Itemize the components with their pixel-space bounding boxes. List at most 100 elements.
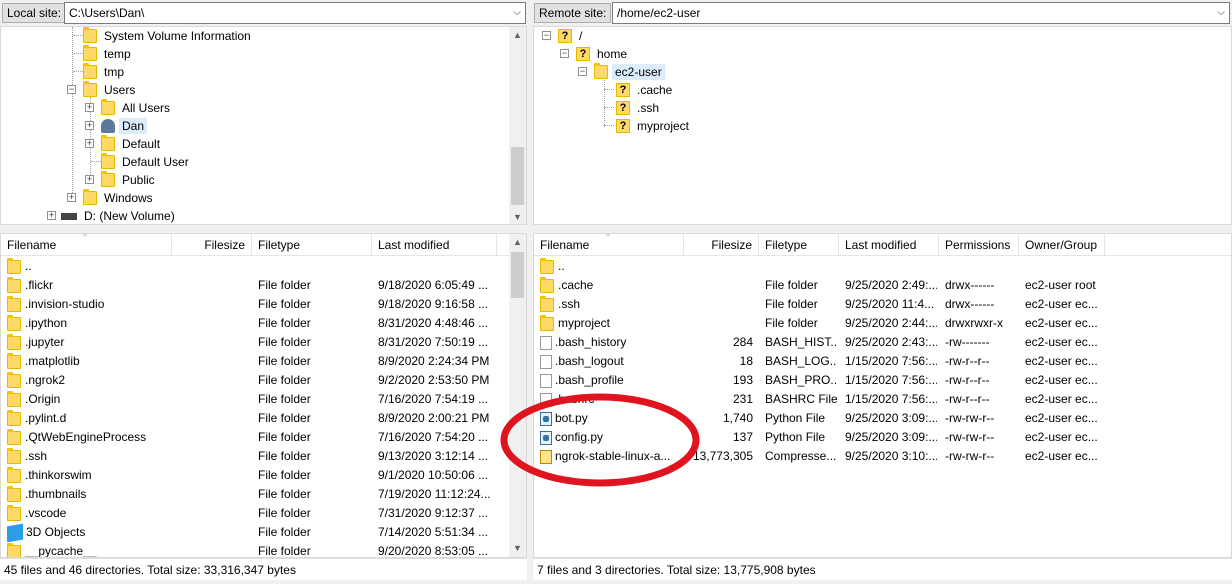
cell-modified: 8/9/2020 2:24:34 PM [378, 354, 490, 368]
tree-item-selected[interactable]: ec2-user [584, 63, 665, 81]
file-name: myproject [558, 316, 611, 330]
cell-owner: ec2-user ec... [1025, 449, 1098, 463]
file-row[interactable]: .vscode File folder 7/31/2020 9:12:37 ... [1, 504, 511, 523]
cell-modified: 9/25/2020 3:09:... [845, 411, 937, 425]
file-row[interactable]: .bash_profile 193 BASH_PRO... 1/15/2020 7:5… [534, 371, 1231, 390]
local-column-headers: Filename ^ Filesize Filetype Last modifi… [1, 234, 511, 256]
chevron-down-icon[interactable]: ⌵ [1217, 7, 1225, 18]
cell-perms: -rw-rw-r-- [945, 430, 995, 444]
file-row[interactable]: .bash_logout 18 BASH_LOG... 1/15/2020 7:56:… [534, 352, 1231, 371]
column-label: Filetype [765, 238, 808, 252]
tree-item[interactable]: Default [91, 135, 163, 153]
red-circle-annotation [500, 393, 700, 487]
cell-modified: 9/18/2020 9:16:58 ... [378, 297, 489, 311]
file-row[interactable]: __pycache__ File folder 9/20/2020 8:53:05 … [1, 542, 511, 558]
file-row[interactable]: .ssh File folder 9/13/2020 3:12:14 ... [1, 447, 511, 466]
tree-item[interactable]: ? / [548, 27, 585, 45]
cell-type: File folder [258, 449, 311, 463]
file-row[interactable]: .bash_history 284 BASH_HIST... 9/25/2020 2:… [534, 333, 1231, 352]
scroll-thumb[interactable] [511, 252, 524, 298]
tree-item[interactable]: Users [73, 81, 138, 99]
column-label: Permissions [945, 238, 1011, 252]
column-header-filesize[interactable]: Filesize [172, 234, 252, 256]
chevron-down-icon[interactable]: ⌵ [513, 7, 521, 18]
file-row[interactable]: .Origin File folder 7/16/2020 7:54:19 ... [1, 390, 511, 409]
cell-name: __pycache__ [7, 542, 170, 557]
tree-item[interactable]: Windows [73, 189, 156, 207]
remote-site-path: /home/ec2-user [617, 6, 701, 20]
column-header-filename[interactable]: Filename ^ [1, 234, 172, 256]
file-row[interactable]: .. [534, 257, 1231, 276]
cell-modified: 9/25/2020 2:44:... [845, 316, 937, 330]
cell-modified: 9/20/2020 8:53:05 ... [378, 544, 489, 558]
folder-icon [7, 447, 21, 464]
file-row[interactable]: .QtWebEngineProcess File folder 7/16/2020 … [1, 428, 511, 447]
folder-icon [7, 276, 21, 293]
file-row[interactable]: 3D Objects File folder 7/14/2020 5:51:34 .… [1, 523, 511, 542]
column-label: Filename [7, 238, 57, 252]
column-header-last-modified[interactable]: Last modified [839, 234, 939, 256]
tree-item[interactable]: System Volume Information [73, 27, 254, 45]
cell-perms: drwx------ [945, 278, 995, 292]
cell-size [684, 257, 753, 276]
unknown-folder-icon: ? [558, 29, 572, 43]
scroll-down-icon[interactable]: ▼ [509, 209, 526, 224]
cell-modified [845, 257, 937, 276]
folder-icon [594, 63, 608, 79]
column-header-filetype[interactable]: Filetype [759, 234, 839, 256]
file-row[interactable]: .invision-studio File folder 9/18/2020 9:1… [1, 295, 511, 314]
file-name: .. [25, 259, 32, 273]
tree-item[interactable]: ? home [566, 45, 630, 63]
file-row[interactable]: .ipython File folder 8/31/2020 4:48:46 ... [1, 314, 511, 333]
column-header-last-modified[interactable]: Last modified [372, 234, 497, 256]
file-row[interactable]: myproject File folder 9/25/2020 2:44:... dr… [534, 314, 1231, 333]
local-site-path-combo[interactable]: C:\Users\Dan\ ⌵ [64, 2, 526, 24]
tree-item[interactable]: All Users [91, 99, 173, 117]
scroll-up-icon[interactable]: ▲ [509, 27, 526, 44]
file-row[interactable]: .jupyter File folder 8/31/2020 7:50:19 ... [1, 333, 511, 352]
tree-item-label: All Users [122, 101, 171, 115]
column-header-owner-group[interactable]: Owner/Group [1019, 234, 1105, 256]
tree-item[interactable]: Default User [91, 153, 192, 171]
file-row[interactable]: .matplotlib File folder 8/9/2020 2:24:34 P… [1, 352, 511, 371]
scroll-thumb[interactable] [511, 147, 524, 205]
folder-icon [7, 352, 21, 369]
tree-item[interactable]: tmp [73, 63, 127, 81]
tree-item[interactable]: ? .ssh [604, 99, 662, 117]
file-row[interactable]: .ssh File folder 9/25/2020 11:4... drwx----… [534, 295, 1231, 314]
column-header-filetype[interactable]: Filetype [252, 234, 372, 256]
tree-item[interactable]: Public [91, 171, 158, 189]
column-header-filename[interactable]: Filename ^ [534, 234, 684, 256]
column-header-filesize[interactable]: Filesize [684, 234, 759, 256]
file-row[interactable]: .. [1, 257, 511, 276]
cell-name: .pylint.d [7, 409, 170, 428]
cell-perms [945, 257, 1017, 276]
column-label: Last modified [845, 238, 917, 252]
file-name: .bash_profile [555, 373, 624, 387]
file-row[interactable]: .flickr File folder 9/18/2020 6:05:49 ... [1, 276, 511, 295]
tree-item[interactable]: ? .cache [604, 81, 675, 99]
cell-type: File folder [258, 392, 311, 406]
tree-item[interactable]: temp [73, 45, 134, 63]
folder-icon [83, 63, 97, 79]
tree-item-label: .ssh [637, 101, 660, 115]
scroll-down-icon[interactable]: ▼ [509, 540, 526, 557]
file-row[interactable]: .cache File folder 9/25/2020 2:49:... drwx-… [534, 276, 1231, 295]
folder-icon [7, 428, 21, 445]
cell-modified: 9/25/2020 2:49:... [845, 278, 937, 292]
tree-item-selected[interactable]: Dan [91, 117, 148, 135]
cell-modified: 1/15/2020 7:56:... [845, 373, 937, 387]
file-icon [540, 335, 552, 350]
tree-item[interactable]: D: (New Volume) [53, 207, 178, 224]
tree-item[interactable]: ? myproject [604, 117, 692, 135]
cell-size [172, 295, 246, 314]
local-tree-scrollbar[interactable]: ▲ ▼ [509, 27, 526, 224]
file-row[interactable]: .thumbnails File folder 7/19/2020 11:12:24… [1, 485, 511, 504]
file-row[interactable]: .pylint.d File folder 8/9/2020 2:00:21 PM [1, 409, 511, 428]
file-row[interactable]: .ngrok2 File folder 9/2/2020 2:53:50 PM [1, 371, 511, 390]
column-header-permissions[interactable]: Permissions [939, 234, 1019, 256]
scroll-up-icon[interactable]: ▲ [509, 234, 526, 251]
cell-type: File folder [765, 316, 818, 330]
remote-site-path-combo[interactable]: /home/ec2-user ⌵ [612, 2, 1230, 24]
file-row[interactable]: .thinkorswim File folder 9/1/2020 10:50:06… [1, 466, 511, 485]
